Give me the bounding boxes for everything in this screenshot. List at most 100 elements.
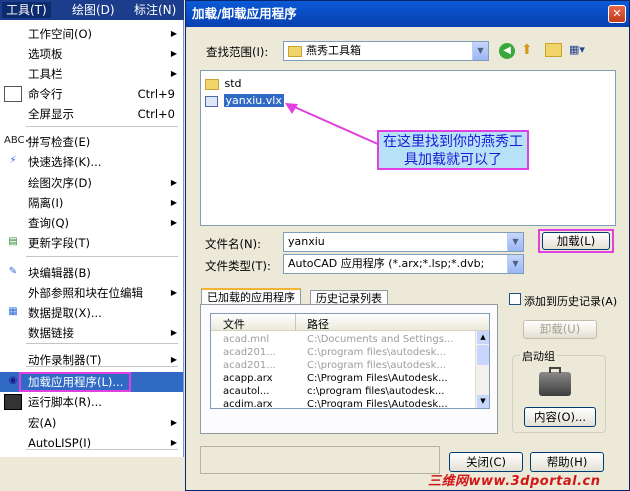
menu-item-label: 快速选择(K)... (28, 155, 102, 169)
submenu-arrow-icon: ▶ (170, 438, 177, 447)
row-path: C:\program files\autodesk... (307, 347, 446, 358)
menu-item-11[interactable]: ✎ 块编辑器(B) (0, 263, 183, 283)
menu-item-label: 块编辑器(B) (28, 266, 91, 280)
table-row[interactable]: acdim.arx C:\Program Files\Autodesk... (211, 398, 475, 409)
col-header-path[interactable]: 路径 (307, 316, 329, 332)
menu-item-6[interactable]: ⚡ 快速选择(K)... (0, 152, 183, 172)
col-header-file[interactable]: 文件 (223, 316, 245, 332)
menu-item-7[interactable]: 绘图次序(D) ▶ (0, 173, 183, 193)
menu-item-3[interactable]: 命令行 Ctrl+9 (0, 84, 183, 104)
submenu-arrow-icon: ▶ (170, 29, 177, 38)
menu-item-label: 宏(A) (28, 416, 57, 430)
data-extract-icon: ▦ (8, 306, 18, 317)
close-button[interactable]: 关闭(C) (449, 452, 523, 472)
contents-button[interactable]: 内容(O)... (524, 407, 596, 427)
menu-item-0[interactable]: 工作空间(O) ▶ (0, 24, 183, 44)
table-row[interactable]: acautol... c:\program files\autodesk... (211, 385, 475, 398)
menu-item-4[interactable]: 全屏显示 Ctrl+0 (0, 104, 183, 124)
spell-check-icon: ABC✓ (4, 135, 33, 146)
history-checkbox-label: 添加到历史记录(A) (524, 295, 618, 308)
table-row[interactable]: acad201... C:\program files\autodesk... (211, 359, 475, 372)
chevron-down-icon[interactable]: ▼ (507, 255, 523, 273)
table-row[interactable]: acad.mnl C:\Documents and Settings... (211, 333, 475, 346)
menu-item-13[interactable]: ▦ 数据提取(X)... (0, 303, 183, 323)
help-button[interactable]: 帮助(H) (530, 452, 604, 472)
vlx-file-icon (205, 95, 218, 107)
close-icon[interactable]: ✕ (608, 5, 626, 23)
run-script-icon (4, 394, 22, 410)
unload-button[interactable]: 卸载(U) (523, 320, 597, 339)
row-path: c:\program files\autodesk... (307, 386, 445, 397)
menu-item-12[interactable]: 外部参照和块在位编辑 ▶ (0, 283, 183, 303)
row-file: acautol... (223, 386, 270, 397)
menu-bar: 工具(T) 绘图(D) 标注(N) (0, 0, 184, 20)
chevron-down-icon[interactable]: ▼ (472, 42, 488, 60)
startup-group-label: 启动组 (520, 348, 557, 364)
list-header: 文件 路径 (211, 314, 489, 331)
menu-item-14[interactable]: 数据链接 ▶ (0, 323, 183, 343)
tab-history-list[interactable]: 历史记录列表 (310, 290, 388, 305)
menu-item-15[interactable]: 动作录制器(T) ▶ (0, 350, 183, 370)
menu-item-8[interactable]: 隔离(I) ▶ (0, 193, 183, 213)
menu-item-label: 数据提取(X)... (28, 306, 102, 320)
submenu-arrow-icon: ▶ (170, 49, 177, 58)
menubar-dimension[interactable]: 标注(N) (130, 2, 180, 18)
scrollbar[interactable]: ▲ ▼ (475, 331, 489, 408)
menu-item-label: 运行脚本(R)... (28, 395, 102, 409)
submenu-arrow-icon: ▶ (170, 218, 177, 227)
folder-icon (205, 78, 219, 90)
chevron-down-icon[interactable]: ▼ (507, 233, 523, 251)
filetype-select[interactable]: AutoCAD 应用程序 (*.arx;*.lsp;*.dvb; ▼ (283, 254, 524, 274)
menu-item-label: 数据链接 (28, 326, 74, 340)
menu-item-5[interactable]: ABC✓ 拼写检查(E) (0, 132, 183, 152)
row-path: C:\Program Files\Autodesk... (307, 399, 448, 409)
block-editor-icon: ✎ (8, 266, 18, 277)
file-item-std[interactable]: std (205, 77, 242, 91)
filename-value: yanxiu (288, 235, 325, 248)
menu-item-17[interactable]: 运行脚本(R)... (0, 392, 183, 412)
menu-item-10[interactable]: ▤ 更新字段(T) (0, 233, 183, 253)
row-path: C:\Documents and Settings... (307, 334, 454, 345)
new-folder-icon[interactable] (545, 43, 562, 57)
table-row[interactable]: acad201... C:\program files\autodesk... (211, 346, 475, 359)
load-button[interactable]: 加载(L) (542, 232, 610, 250)
menu-item-label: 动作录制器(T) (28, 353, 102, 367)
row-file: acad.mnl (223, 334, 270, 345)
loaded-apps-list[interactable]: 文件 路径 acad.mnl C:\Documents and Settings.… (210, 313, 490, 409)
quick-select-icon: ⚡ (9, 155, 17, 166)
menubar-tools[interactable]: 工具(T) (2, 2, 51, 18)
command-line-icon (4, 86, 22, 102)
history-checkbox[interactable] (509, 293, 521, 305)
menu-item-9[interactable]: 查询(Q) ▶ (0, 213, 183, 233)
file-name: std (224, 77, 242, 90)
up-folder-icon[interactable]: ⬆ (521, 42, 539, 59)
table-row[interactable]: acapp.arx C:\Program Files\Autodesk... (211, 372, 475, 385)
load-app-highlight (19, 372, 131, 392)
row-path: C:\Program Files\Autodesk... (307, 373, 448, 384)
menu-item-label: 拼写检查(E) (28, 135, 91, 149)
menu-item-16[interactable]: ◉ 加载应用程序(L)... (0, 372, 183, 392)
menu-item-18[interactable]: 宏(A) ▶ (0, 413, 183, 433)
menu-item-2[interactable]: 工具栏 ▶ (0, 64, 183, 84)
menu-item-1[interactable]: 选项板 ▶ (0, 44, 183, 64)
dialog-title: 加载/卸载应用程序 (186, 1, 629, 27)
lookin-combo[interactable]: 燕秀工具箱 ▼ (283, 41, 489, 61)
submenu-arrow-icon: ▶ (170, 355, 177, 364)
menu-separator (26, 343, 178, 344)
folder-icon (288, 45, 302, 57)
menubar-draw[interactable]: 绘图(D) (68, 2, 119, 18)
menu-item-label: 工作空间(O) (28, 27, 93, 41)
menu-item-19[interactable]: AutoLISP(I) ▶ (0, 433, 183, 453)
menu-separator (26, 126, 178, 127)
menu-item-label: 绘图次序(D) (28, 176, 92, 190)
view-menu-icon[interactable]: ▦▾ (569, 43, 593, 58)
filetype-value: AutoCAD 应用程序 (*.arx;*.lsp;*.dvb; (288, 257, 485, 270)
row-path: C:\program files\autodesk... (307, 360, 446, 371)
file-item-yanxiu[interactable]: yanxiu.vlx (205, 94, 284, 108)
filename-input[interactable]: yanxiu ▼ (283, 232, 524, 252)
submenu-arrow-icon: ▶ (170, 69, 177, 78)
menu-item-label: 全屏显示 (28, 107, 74, 121)
row-file: acdim.arx (223, 399, 273, 409)
back-icon[interactable]: ◀ (499, 43, 515, 59)
file-name: yanxiu.vlx (223, 94, 284, 107)
